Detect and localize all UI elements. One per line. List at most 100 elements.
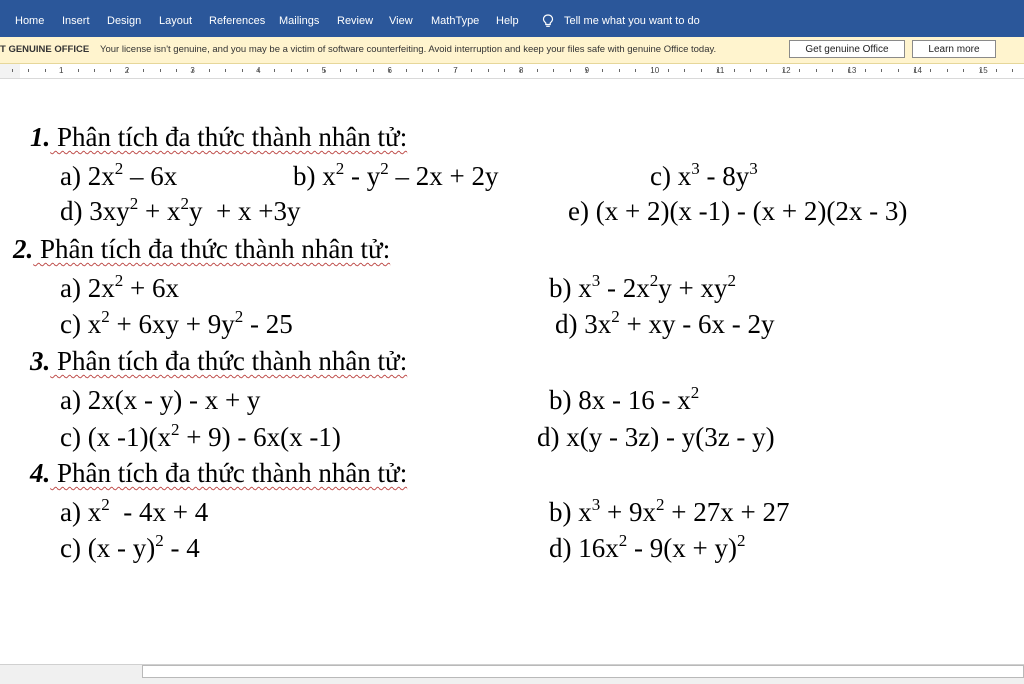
ruler-tick xyxy=(44,69,46,72)
tab-insert[interactable]: Insert xyxy=(62,15,90,27)
tab-home[interactable]: Home xyxy=(15,15,44,27)
exercise-label: a) xyxy=(60,273,88,303)
exercise-item: b) 8x - 16 - x2 xyxy=(549,384,699,416)
exercise-expression: 2x2 + 6x xyxy=(87,271,179,303)
tab-mailings[interactable]: Mailings xyxy=(279,15,319,27)
exercise-item: b) x2 - y2 – 2x + 2y xyxy=(293,159,499,192)
ruler-tick xyxy=(946,69,948,72)
section-title: Phân tích đa thức thành nhân tử: xyxy=(33,234,391,264)
license-title: T GENUINE OFFICE xyxy=(0,44,90,55)
ruler-tick xyxy=(94,69,95,72)
tab-design[interactable]: Design xyxy=(107,15,141,27)
ruler-tick xyxy=(881,69,883,72)
exercise-label: c) xyxy=(60,309,88,339)
exercise-item: e) (x + 2)(x -1) - (x + 2)(2x - 3) xyxy=(568,196,907,227)
section-number: 2. xyxy=(13,234,34,264)
ruler-tick xyxy=(618,69,620,72)
exercise-item: a) 2x2 + 6x xyxy=(60,271,179,304)
exercise-label: a) xyxy=(60,161,88,191)
ruler-tick xyxy=(1012,69,1014,72)
exercise-expression: x2 + 6xy + 9y2 - 25 xyxy=(87,307,293,339)
exercise-label: b) xyxy=(549,273,579,303)
ruler-tick xyxy=(930,69,932,72)
exercise-expression: 3xy2 + x2y + x +3y xyxy=(89,194,301,226)
tab-mathtype[interactable]: MathType xyxy=(431,15,479,27)
ruler-tick xyxy=(799,69,801,72)
document-page[interactable]: 1. Phân tích đa thức thành nhân tử: a) 2x… xyxy=(0,79,1024,664)
ruler-tick xyxy=(192,69,194,72)
ruler-tick xyxy=(438,69,440,72)
exercise-item: a) 2x2 – 6x xyxy=(60,160,177,192)
ruler-tick xyxy=(471,69,473,72)
exercise-item: b) x3 + 9x2 + 27x + 27 xyxy=(549,496,789,528)
exercise-label: d) xyxy=(549,533,579,563)
section-title: Phân tích đa thức thành nhân tử: xyxy=(50,458,408,488)
ruler-tick xyxy=(815,69,817,72)
ruler-tick xyxy=(635,69,637,72)
exercise-expression: x3 - 2x2y + xy2 xyxy=(578,271,736,303)
exercise-label: c) xyxy=(60,533,88,563)
exercise-label: d) xyxy=(555,309,585,339)
exercise-label: c) xyxy=(60,422,88,452)
ruler-tick xyxy=(77,69,79,72)
exercise-item: d) 3xy2 + x2y + x +3y xyxy=(60,194,301,227)
ruler-tick xyxy=(996,69,997,72)
tab-view[interactable]: View xyxy=(389,15,413,27)
ruler-tick xyxy=(700,69,702,72)
horizontal-scrollbar[interactable] xyxy=(142,665,1024,678)
learn-more-button[interactable]: Learn more xyxy=(912,40,996,58)
ruler-tick xyxy=(307,69,309,72)
exercise-label: b) xyxy=(549,497,579,527)
exercise-expression: (x -1)(x2 + 9) - 6x(x -1) xyxy=(87,420,341,452)
exercise-item: c) x3 - 8y3 xyxy=(650,160,758,192)
ruler-tick xyxy=(504,69,505,72)
ruler-tick xyxy=(553,69,555,72)
section-heading: 2. Phân tích đa thức thành nhân tử: xyxy=(13,234,390,265)
ruler-tick xyxy=(979,69,981,72)
ruler-tick xyxy=(389,69,391,72)
exercise-item: d) 3x2 + xy - 6x - 2y xyxy=(555,307,775,340)
ruler-tick xyxy=(28,69,30,72)
ruler-tick xyxy=(602,69,604,72)
exercise-item: c) x2 + 6xy + 9y2 - 25 xyxy=(60,307,293,340)
exercise-expression: 3x2 + xy - 6x - 2y xyxy=(584,307,775,339)
horizontal-ruler[interactable]: 123456789101112131415 xyxy=(0,64,1024,79)
get-genuine-office-button[interactable]: Get genuine Office xyxy=(789,40,905,58)
exercise-expression: x(y - 3z) - y(3z - y) xyxy=(566,422,775,452)
tab-help[interactable]: Help xyxy=(496,15,519,27)
ribbon-tab-bar: Home Insert Design Layout References Mai… xyxy=(0,0,1024,37)
ruler-tick xyxy=(241,69,243,72)
ruler-tick xyxy=(176,69,177,72)
ruler-tick xyxy=(372,69,374,72)
ruler-tick xyxy=(766,69,768,72)
ruler-tick xyxy=(897,69,899,72)
exercise-label: a) xyxy=(60,385,88,415)
ruler-tick xyxy=(208,69,210,72)
section-number: 3. xyxy=(30,346,51,376)
ruler-tick xyxy=(782,69,784,72)
tab-references[interactable]: References xyxy=(209,15,265,27)
tab-review[interactable]: Review xyxy=(337,15,373,27)
exercise-item: b) x3 - 2x2y + xy2 xyxy=(549,271,736,304)
exercise-expression: x2 - y2 – 2x + 2y xyxy=(322,159,499,191)
exercise-label: d) xyxy=(537,422,567,452)
exercise-label: c) xyxy=(650,161,678,191)
ruler-tick xyxy=(586,69,587,72)
exercise-item: a) x2 - 4x + 4 xyxy=(60,496,208,528)
ruler-tick xyxy=(717,69,719,72)
ruler-tick xyxy=(405,69,407,72)
tell-me-text: Tell me what you want to do xyxy=(564,15,700,27)
exercise-label: d) xyxy=(60,196,90,226)
lightbulb-icon xyxy=(542,14,554,27)
ruler-tick xyxy=(110,69,112,72)
ruler-tick xyxy=(733,69,735,72)
ruler-tick xyxy=(651,69,653,72)
ruler-tick xyxy=(258,69,259,72)
section-heading: 3. Phân tích đa thức thành nhân tử: xyxy=(30,346,407,377)
exercise-item: c) (x -1)(x2 + 9) - 6x(x -1) xyxy=(60,420,341,453)
ruler-tick xyxy=(848,69,850,72)
ruler-tick xyxy=(864,69,866,72)
ruler-tick xyxy=(914,69,915,72)
tab-layout[interactable]: Layout xyxy=(159,15,192,27)
ruler-tick xyxy=(340,69,341,72)
